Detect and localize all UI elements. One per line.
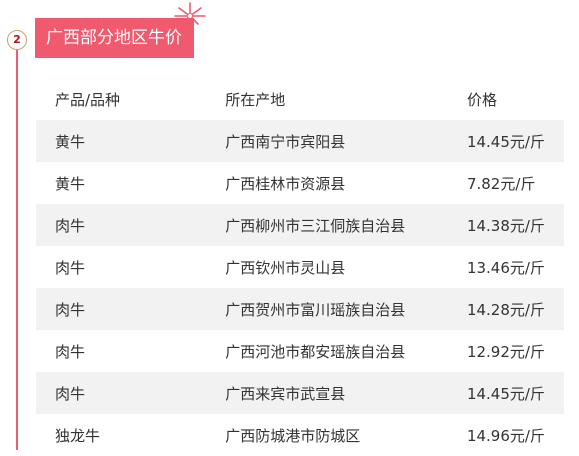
cell-product: 肉牛 [36, 204, 226, 246]
table-row: 肉牛 广西来宾市武宣县 14.45元/斤 [36, 372, 564, 414]
cell-price: 13.46元/斤 [466, 258, 545, 277]
cell-origin: 广西贺州市富川瑶族自治县 [225, 288, 467, 330]
column-header-origin: 所在产地 [225, 90, 286, 109]
cell-price: 14.28元/斤 [466, 288, 564, 330]
section-header: 2 广西部分地区牛价 [0, 0, 579, 70]
cell-product: 黄牛 [36, 120, 226, 162]
cell-origin: 广西柳州市三江侗族自治县 [225, 204, 467, 246]
cell-origin: 广西来宾市武宣县 [225, 372, 467, 414]
cell-product: 肉牛 [55, 258, 86, 277]
timeline-line [16, 50, 18, 450]
column-header-price: 价格 [466, 90, 497, 109]
cell-price: 14.45元/斤 [466, 372, 564, 414]
cell-origin: 广西河池市都安瑶族自治县 [225, 342, 406, 361]
price-table: 产品/品种 所在产地 价格 黄牛 广西南宁市宾阳县 14.45元/斤 黄牛 广西… [36, 78, 564, 456]
cell-price: 14.45元/斤 [466, 120, 564, 162]
cell-origin: 广西钦州市灵山县 [225, 258, 346, 277]
column-header-product: 产品/品种 [55, 90, 121, 109]
cell-product: 肉牛 [36, 288, 226, 330]
cell-price: 7.82元/斤 [466, 174, 536, 193]
table-row: 黄牛 广西桂林市资源县 7.82元/斤 [36, 162, 564, 204]
cell-product: 黄牛 [55, 174, 86, 193]
cell-product: 肉牛 [55, 342, 86, 361]
cell-price: 12.92元/斤 [466, 342, 545, 361]
cell-origin: 广西桂林市资源县 [225, 174, 346, 193]
table-header-row: 产品/品种 所在产地 价格 [36, 78, 564, 120]
section-number-badge: 2 [7, 30, 27, 50]
table-row: 肉牛 广西钦州市灵山县 13.46元/斤 [36, 246, 564, 288]
cell-product: 肉牛 [36, 372, 226, 414]
table-row: 黄牛 广西南宁市宾阳县 14.45元/斤 [36, 120, 564, 162]
cell-price: 14.38元/斤 [466, 204, 564, 246]
table-row: 肉牛 广西河池市都安瑶族自治县 12.92元/斤 [36, 330, 564, 372]
cell-origin: 广西南宁市宾阳县 [225, 120, 467, 162]
table-row: 肉牛 广西贺州市富川瑶族自治县 14.28元/斤 [36, 288, 564, 330]
table-row: 肉牛 广西柳州市三江侗族自治县 14.38元/斤 [36, 204, 564, 246]
firework-icon [174, 2, 206, 25]
